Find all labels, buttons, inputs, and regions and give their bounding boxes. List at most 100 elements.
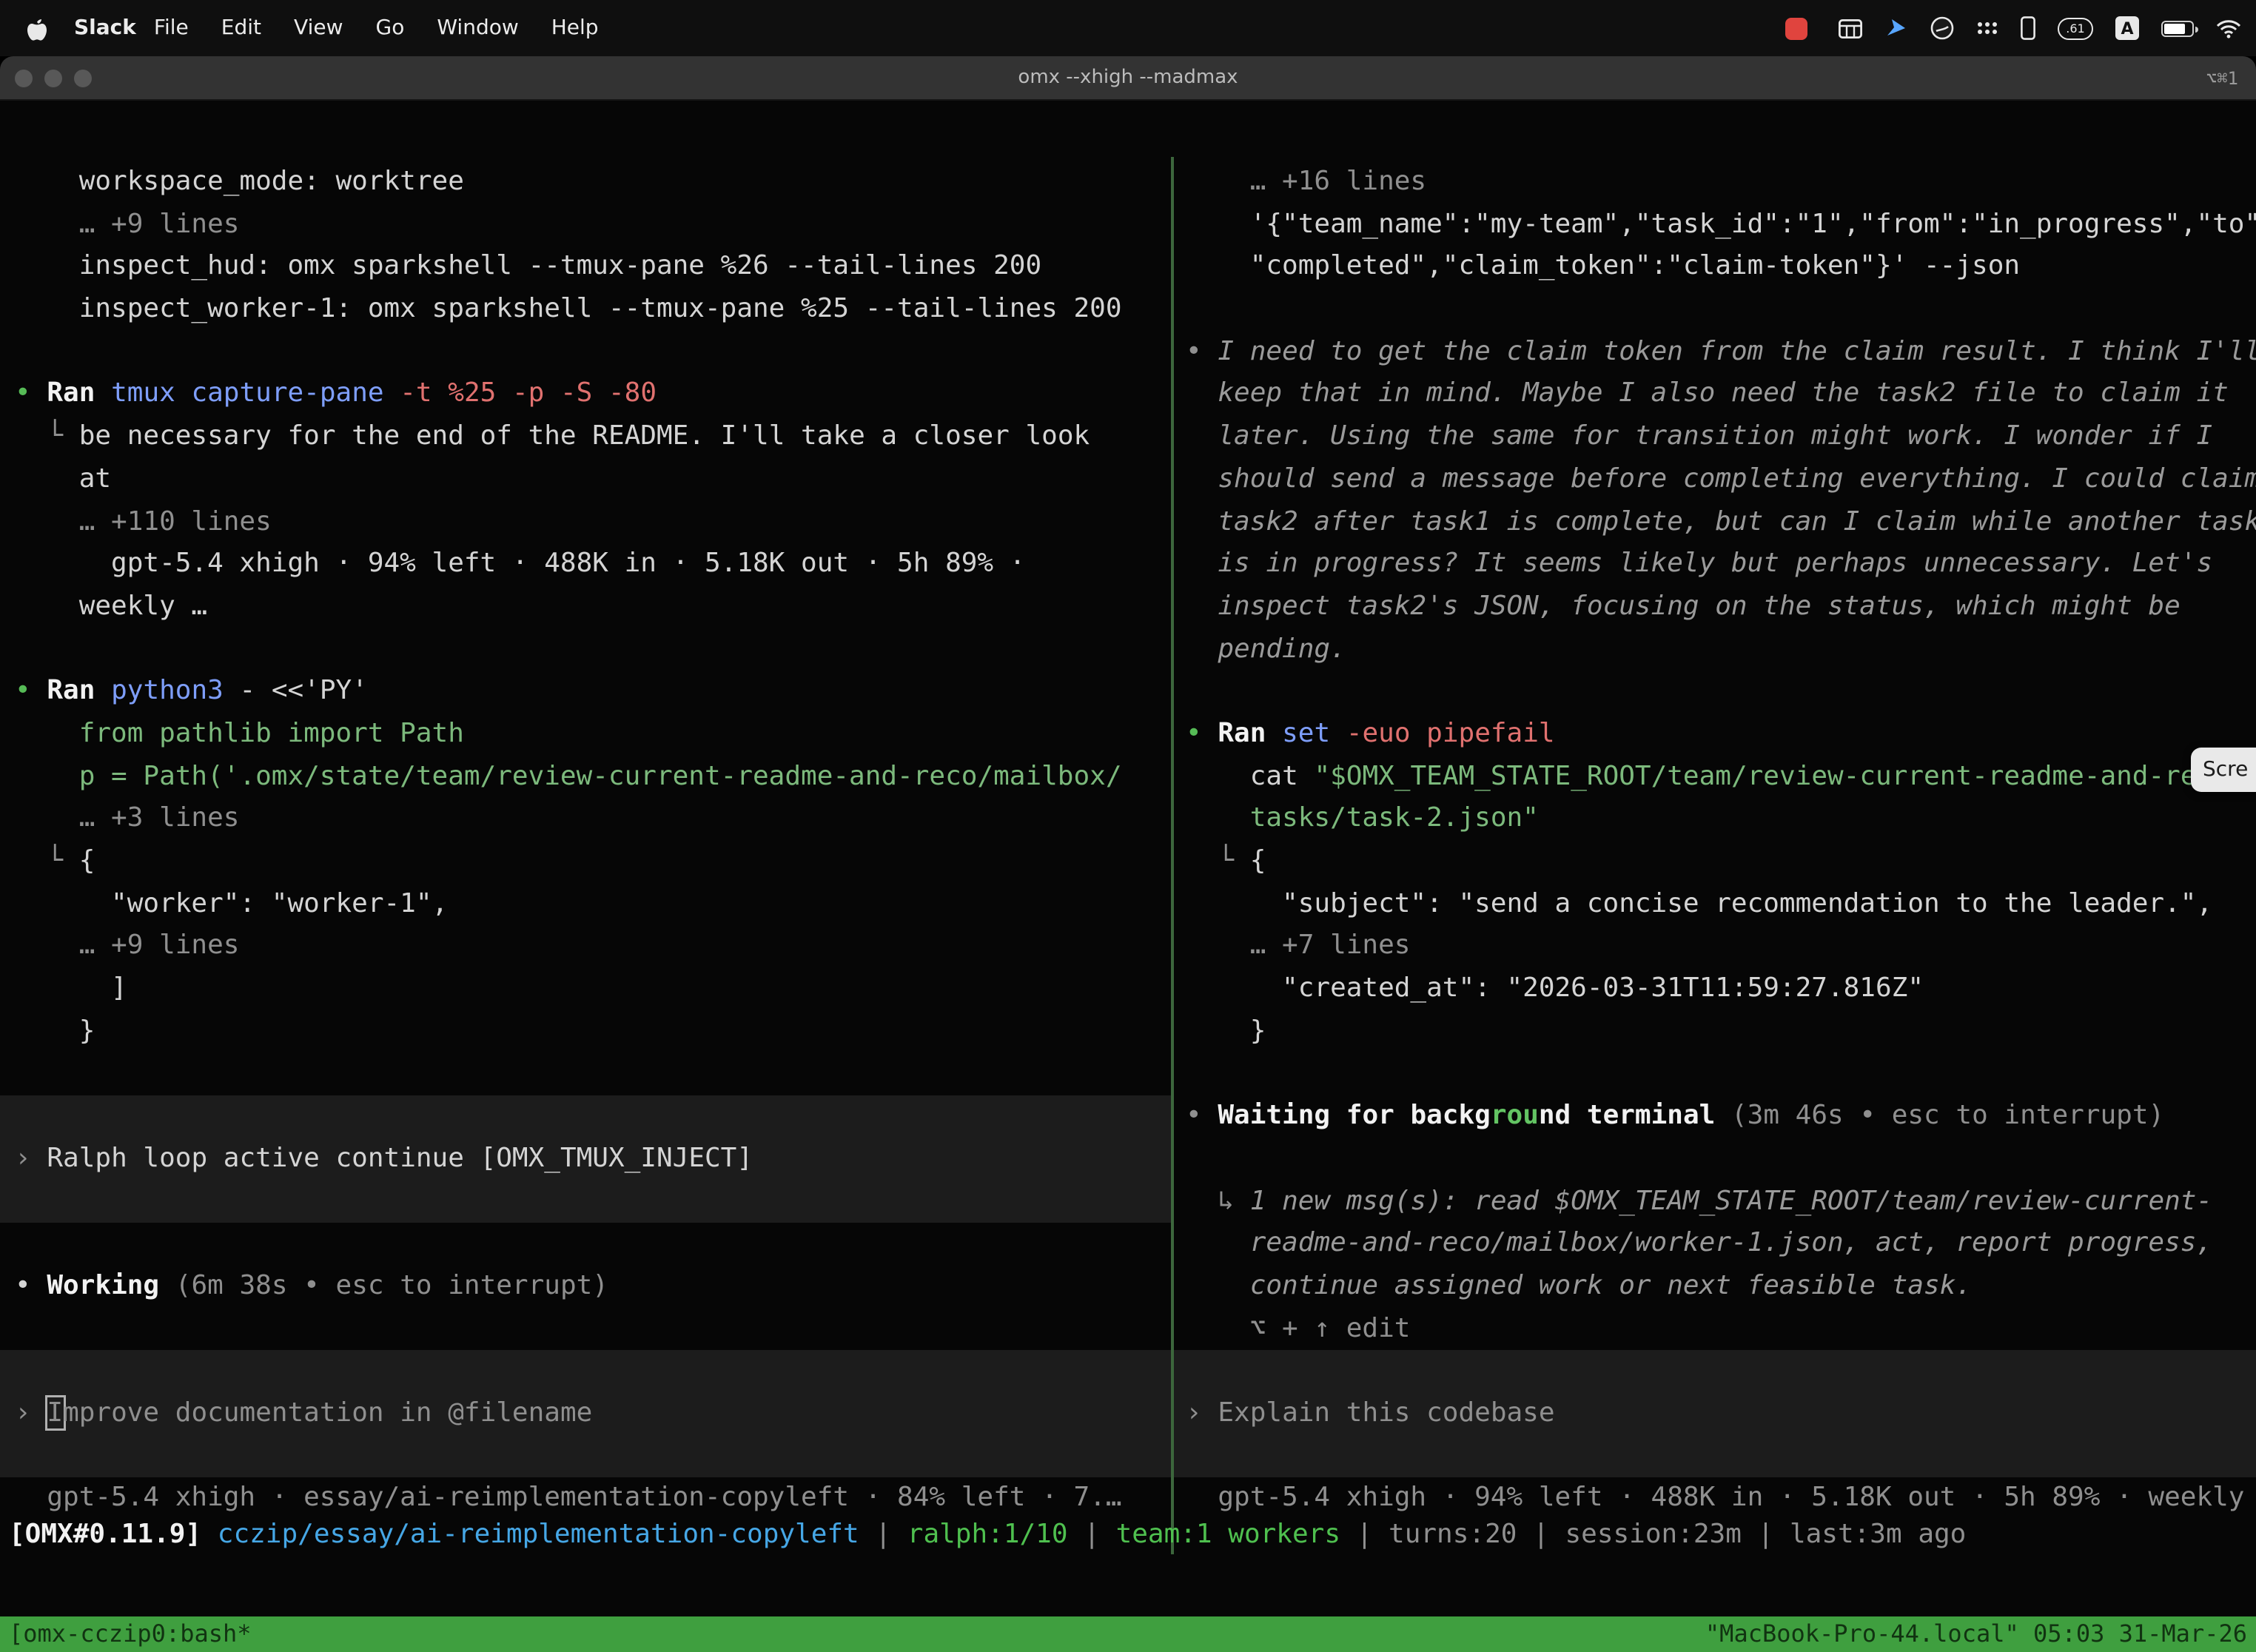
app-menu[interactable]: Slack [74,16,136,40]
terminal-text: … +7 lines [1186,930,1410,961]
wifi-icon[interactable] [2216,19,2241,38]
terminal-text: • [15,676,47,707]
terminal-text: (6m 38s • esc to interrupt) [175,1270,608,1301]
apple-menu-icon[interactable] [27,16,47,41]
screen-record-icon[interactable] [1785,17,1807,39]
composer-input-row[interactable]: › Improve documentation in @filename [0,1393,1171,1435]
terminal-text: is in progress? It seems likely but perh… [1186,548,2212,579]
terminal-line: later. Using the same for transition mig… [1174,416,2256,458]
queued-prompt-row: › Ralph loop active continue [OMX_TMUX_I… [0,1138,1171,1181]
composer-suggestion-row[interactable]: › Explain this codebase [1174,1393,2256,1435]
terminal-window: omx --xhigh --madmax ⌥⌘1 workspace_mode:… [0,56,2256,1652]
terminal-line: from pathlib import Path [0,713,1171,756]
terminal-text: Working [47,1270,175,1301]
terminal-text: Ralph loop active continue [OMX_TMUX_INJ… [47,1143,753,1174]
terminal-line: cat "$OMX_TEAM_STATE_ROOT/team/review-cu… [1174,756,2256,798]
battery-icon[interactable] [2161,20,2194,36]
terminal-text: { [1250,845,1266,876]
window-grid-icon[interactable] [1839,19,1862,38]
terminal-text: task2 after task1 is complete, but can I… [1186,506,2256,537]
terminal-text: … +9 lines [15,208,239,239]
terminal-line: continue assigned work or next feasible … [1174,1266,2256,1308]
desktop: Slack File Edit View Go Window Help [0,0,2256,1652]
terminal-line [0,1095,1171,1138]
terminal-text: session:23m [1565,1519,1741,1550]
terminal-line: ⌥ + ↑ edit [1174,1308,2256,1350]
terminal-text: rou [1491,1100,1539,1131]
terminal-line: • Waiting for background terminal (3m 46… [1174,1095,2256,1138]
terminal-text: Explain this codebase [1218,1397,1554,1428]
terminal-text: nd terminal [1539,1100,1731,1131]
terminal-line: … +9 lines [0,926,1171,968]
window-title: omx --xhigh --madmax [0,56,2256,101]
terminal-text: • [1186,1100,1218,1131]
terminal-line: ↳ 1 new msg(s): read $OMX_TEAM_STATE_ROO… [1174,1181,2256,1223]
terminal-line: readme-and-reco/mailbox/worker-1.json, a… [1174,1223,2256,1265]
terminal-text: Ran [47,676,111,707]
terminal-text: at [15,463,111,494]
terminal-text: keep that in mind. Maybe I also need the… [1186,378,2229,409]
omx-status-line: [OMX#0.11.9] cczip/essay/ai-reimplementa… [0,1513,2256,1556]
app-grid-icon[interactable] [1976,21,1998,36]
dark-app-icon[interactable] [1930,16,1954,40]
menu-item-window[interactable]: Window [437,16,518,40]
terminal-text: … +3 lines [15,803,239,834]
window-title-bar[interactable]: omx --xhigh --madmax ⌥⌘1 [0,56,2256,101]
menu-item-go[interactable]: Go [376,16,405,40]
terminal-text: inspect task2's JSON, focusing on the st… [1186,591,2181,622]
terminal-text [1186,803,1250,834]
terminal-line [0,1053,1171,1095]
terminal-text: | [1742,1519,1790,1550]
menu-item-file[interactable]: File [154,16,189,40]
screen-notification[interactable]: Scre [2191,748,2256,792]
blue-app-icon[interactable] [1884,16,1908,40]
device-icon[interactable] [2021,16,2035,40]
terminal-line [1174,1138,2256,1181]
menu-item-view[interactable]: View [294,16,343,40]
terminal-text: workspace_mode: worktree [15,166,464,197]
terminal-text: • [1186,336,1218,367]
terminal-text: "$OMX_TEAM_STATE_ROOT/team/review-curren… [1314,760,2244,791]
terminal-line: pending. [1174,628,2256,671]
terminal-line [0,1181,1171,1223]
terminal-text: … +16 lines [1186,166,1426,197]
terminal-text: weekly … [15,591,207,622]
terminal-line: is in progress? It seems likely but perh… [1174,543,2256,585]
terminal-line: inspect task2's JSON, focusing on the st… [1174,586,2256,628]
terminal-line: … +9 lines [0,204,1171,246]
menu-bar-left: Slack File Edit View Go Window Help [0,16,631,41]
menu-item-help[interactable]: Help [551,16,599,40]
terminal-text: I need to get the claim token from the c… [1218,336,2256,367]
terminal-line: inspect_hud: omx sparkshell --tmux-pane … [0,246,1171,289]
terminal-text: { [79,845,95,876]
terminal-text: inspect_worker-1: omx sparkshell --tmux-… [15,293,1122,324]
terminal-line: • Ran set -euo pipefail [1174,713,2256,756]
terminal-text: team:1 workers [1116,1519,1340,1550]
terminal-line: └ be necessary for the end of the README… [0,416,1171,458]
stat-meter-icon[interactable]: .61 [2058,17,2093,39]
terminal-line: workspace_mode: worktree [0,161,1171,204]
terminal-line: } [0,1011,1171,1053]
terminal-line: └ { [1174,841,2256,883]
terminal-text: 1 new msg(s): read $OMX_TEAM_STATE_ROOT/… [1250,1185,2212,1216]
terminal-text: ralph:1/10 [907,1519,1068,1550]
terminal-text: turns:20 [1389,1519,1517,1550]
terminal-line: keep that in mind. Maybe I also need the… [1174,374,2256,416]
terminal-line: … +110 lines [0,501,1171,543]
terminal-text: Ran [1218,718,1282,749]
terminal-line: task2 after task1 is complete, but can I… [1174,501,2256,543]
terminal-text: | [1068,1519,1116,1550]
tmux-pane-left: workspace_mode: worktree … +9 lines insp… [0,157,1171,1554]
terminal-line: … +3 lines [0,799,1171,841]
menu-item-edit[interactable]: Edit [221,16,261,40]
terminal-line [0,1351,1171,1393]
terminal-text: | [859,1519,907,1550]
terminal-line [0,1435,1171,1477]
terminal-text: continue assigned work or next feasible … [1186,1270,1972,1301]
terminal-text: • [1186,718,1218,749]
input-source-icon[interactable]: A [2115,16,2139,40]
terminal-line: └ { [0,841,1171,883]
terminal-text: gpt-5.4 xhigh · 94% left · 488K in · 5.1… [1186,1483,2256,1514]
terminal-text: } [1186,1015,1266,1047]
terminal-text: "worker": "worker-1", [15,887,448,919]
